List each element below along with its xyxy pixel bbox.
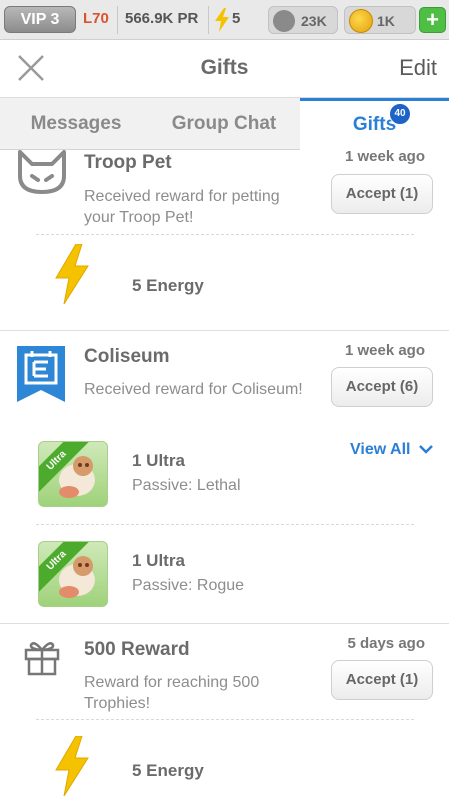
tab-group-chat[interactable]: Group Chat <box>148 98 300 150</box>
energy-icon <box>55 244 89 304</box>
divider <box>117 6 118 34</box>
gift-item: 500 Reward 5 days ago Reward for reachin… <box>0 624 449 800</box>
tab-gifts[interactable]: Gifts <box>300 98 449 150</box>
coin-count: 1K <box>377 13 395 29</box>
add-currency-button[interactable]: + <box>419 7 446 33</box>
pet-icon <box>59 556 95 598</box>
gift-time: 1 week ago <box>344 342 425 359</box>
coin-currency[interactable]: 1K <box>344 6 416 34</box>
gift-item: Coliseum 1 week ago Received reward for … <box>0 331 449 624</box>
divider <box>36 719 414 720</box>
gift-title: Troop Pet <box>84 152 172 173</box>
player-level: L70 <box>83 10 109 27</box>
reward-subtitle: Passive: Lethal <box>132 477 241 494</box>
gift-list: Troop Pet 1 week ago Received reward for… <box>0 150 449 800</box>
reward-title: 5 Energy <box>132 761 204 780</box>
accept-button[interactable]: Accept (1) <box>331 174 433 214</box>
page-title: Gifts <box>200 56 249 79</box>
reward-title: 1 Ultra <box>132 551 185 570</box>
gift-box-icon <box>24 642 60 676</box>
edit-button[interactable]: Edit <box>399 55 437 81</box>
coliseum-icon <box>17 346 65 402</box>
power-rating: 566.9K PR <box>125 10 199 27</box>
gift-description: Received reward for Coliseum! <box>84 381 303 398</box>
gift-description: Received reward for petting your Troop P… <box>84 188 280 226</box>
accept-button[interactable]: Accept (6) <box>331 367 433 407</box>
gift-time: 1 week ago <box>344 150 425 165</box>
reward-title: 5 Energy <box>132 276 204 295</box>
pet-icon <box>59 456 95 498</box>
chevron-down-icon <box>419 445 433 454</box>
view-all-link[interactable]: View All <box>350 441 433 459</box>
paw-icon <box>273 10 295 32</box>
divider <box>36 524 414 525</box>
tab-bar: Messages Group Chat Gifts <box>0 98 449 150</box>
ultra-pet-image: Ultra <box>38 441 108 507</box>
ultra-pet-image: Ultra <box>38 541 108 607</box>
energy-icon <box>215 8 229 32</box>
gift-time: 5 days ago <box>347 635 425 652</box>
energy-icon <box>55 736 89 796</box>
reward-subtitle: Passive: Rogue <box>132 577 245 594</box>
paw-count: 23K <box>301 13 327 29</box>
view-all-label: View All <box>350 441 411 458</box>
gift-description: Reward for reaching 500 Trophies! <box>84 674 260 712</box>
gifts-count-badge: 40 <box>389 103 411 125</box>
accept-button[interactable]: Accept (1) <box>331 660 433 700</box>
divider <box>36 234 414 235</box>
header: Gifts Edit <box>0 40 449 98</box>
status-bar: VIP 3 L70 566.9K PR 5 23K 1K + <box>0 0 449 40</box>
vip-badge[interactable]: VIP 3 <box>4 6 76 33</box>
divider <box>208 6 209 34</box>
energy-count: 5 <box>232 10 241 27</box>
gift-title: 500 Reward <box>84 639 190 660</box>
gift-item: Troop Pet 1 week ago Received reward for… <box>0 150 449 330</box>
paw-currency[interactable]: 23K <box>268 6 338 34</box>
gift-title: Coliseum <box>84 346 170 367</box>
troop-pet-icon <box>18 150 66 194</box>
tab-messages[interactable]: Messages <box>0 98 152 150</box>
reward-title: 1 Ultra <box>132 451 185 470</box>
coin-icon <box>349 9 373 33</box>
